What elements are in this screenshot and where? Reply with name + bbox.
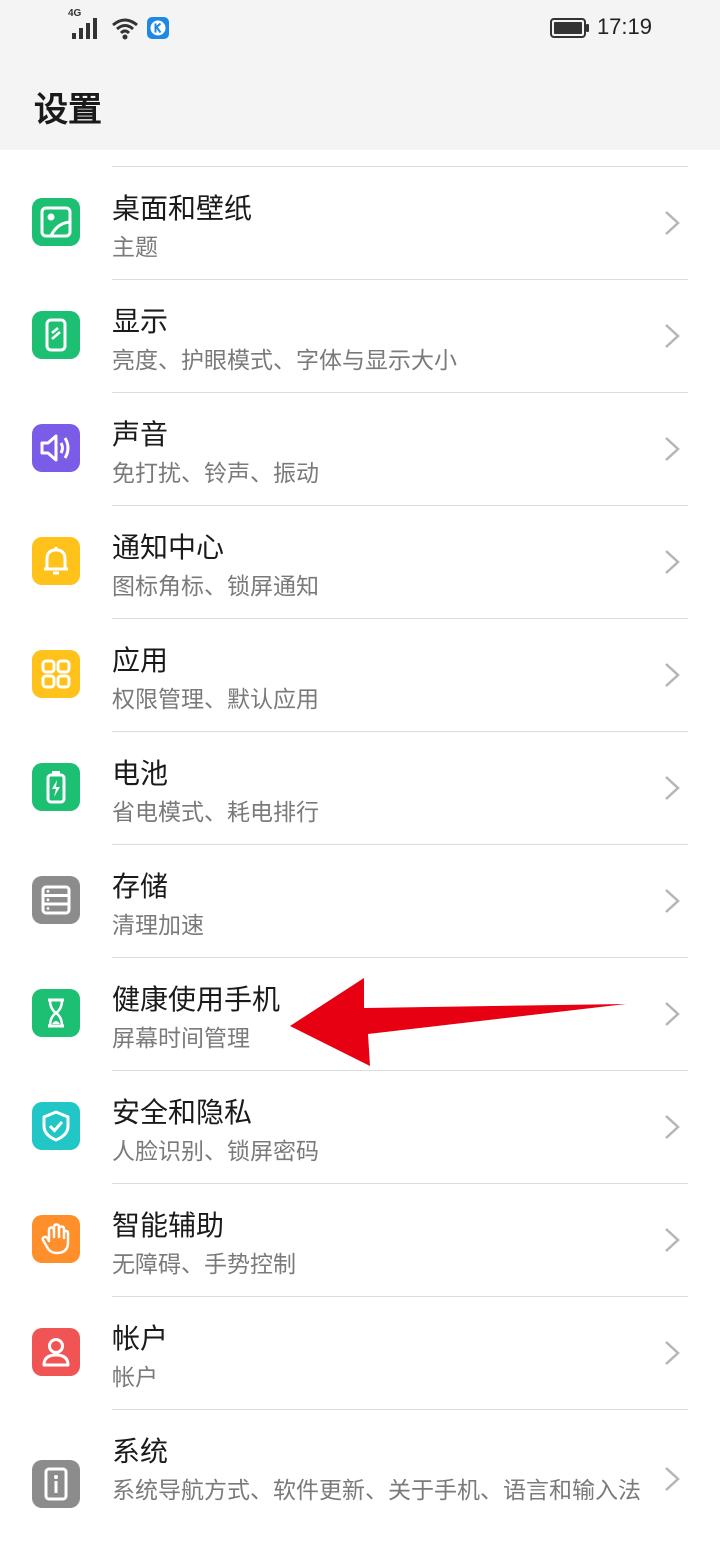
settings-item-notifications[interactable]: 通知中心 图标角标、锁屏通知: [0, 506, 720, 619]
item-subtitle: 权限管理、默认应用: [112, 687, 319, 713]
item-subtitle: 免打扰、铃声、振动: [112, 461, 319, 487]
settings-item-digital-balance[interactable]: 健康使用手机 屏幕时间管理: [0, 958, 720, 1071]
item-title: 智能辅助: [112, 1209, 225, 1242]
hand-icon: [32, 1215, 80, 1263]
settings-item-apps[interactable]: 应用 权限管理、默认应用: [0, 619, 720, 732]
chevron-right-icon: [665, 437, 680, 461]
chevron-right-icon: [665, 663, 680, 687]
settings-list: 桌面和壁纸 主题 显示 亮度、护眼模式、字体与显示大小 声音 免打扰、铃声、振动: [0, 167, 720, 1550]
item-subtitle: 主题: [112, 235, 158, 261]
settings-item-display[interactable]: 显示 亮度、护眼模式、字体与显示大小: [0, 280, 720, 393]
settings-item-security[interactable]: 安全和隐私 人脸识别、锁屏密码: [0, 1071, 720, 1184]
item-subtitle: 图标角标、锁屏通知: [112, 574, 319, 600]
apps-grid-icon: [32, 650, 80, 698]
display-icon: [32, 311, 80, 359]
page-header: 设置: [0, 56, 720, 150]
item-title: 系统: [112, 1435, 169, 1468]
item-title: 桌面和壁纸: [112, 192, 253, 225]
chevron-right-icon: [665, 1467, 680, 1491]
battery-charging-icon: [32, 763, 80, 811]
item-subtitle: 无障碍、手势控制: [112, 1252, 296, 1278]
chevron-right-icon: [665, 1115, 680, 1139]
chevron-right-icon: [665, 1228, 680, 1252]
item-subtitle: 省电模式、耗电排行: [112, 800, 319, 826]
chevron-right-icon: [665, 550, 680, 574]
page-title: 设置: [34, 90, 102, 130]
storage-icon: [32, 876, 80, 924]
settings-item-storage[interactable]: 存储 清理加速: [0, 845, 720, 958]
settings-item-system[interactable]: 系统 系统导航方式、软件更新、关于手机、语言和输入法: [0, 1410, 720, 1550]
network-type: 4G: [68, 8, 82, 19]
item-title: 声音: [112, 418, 169, 451]
status-bar: 4G 17:19: [0, 0, 720, 56]
item-title: 电池: [112, 757, 169, 790]
settings-item-accounts[interactable]: 帐户 帐户: [0, 1297, 720, 1410]
item-subtitle: 屏幕时间管理: [112, 1026, 250, 1052]
item-title: 存储: [112, 870, 169, 903]
chevron-right-icon: [665, 324, 680, 348]
battery-icon: [550, 18, 589, 38]
status-left: 4G: [68, 8, 170, 42]
item-subtitle: 帐户: [112, 1365, 158, 1391]
hourglass-icon: [32, 989, 80, 1037]
user-icon: [32, 1328, 80, 1376]
info-icon: [32, 1460, 80, 1508]
wifi-icon: [112, 18, 138, 40]
item-title: 健康使用手机: [112, 983, 281, 1016]
app-k-icon: [147, 17, 169, 39]
settings-item-sound[interactable]: 声音 免打扰、铃声、振动: [0, 393, 720, 506]
item-title: 显示: [112, 305, 169, 338]
settings-item-smart-assistance[interactable]: 智能辅助 无障碍、手势控制: [0, 1184, 720, 1297]
chevron-right-icon: [665, 1002, 680, 1026]
bell-icon: [32, 537, 80, 585]
wallpaper-icon: [32, 198, 80, 246]
item-title: 通知中心: [112, 531, 225, 564]
item-title: 帐户: [112, 1322, 169, 1355]
chevron-right-icon: [665, 211, 680, 235]
chevron-right-icon: [665, 889, 680, 913]
status-right: [550, 14, 590, 42]
settings-item-battery[interactable]: 电池 省电模式、耗电排行: [0, 732, 720, 845]
speaker-icon: [32, 424, 80, 472]
item-subtitle: 系统导航方式、软件更新、关于手机、语言和输入法: [112, 1478, 641, 1504]
shield-check-icon: [32, 1102, 80, 1150]
chevron-right-icon: [665, 776, 680, 800]
status-time: 17:19: [596, 14, 652, 39]
item-title: 应用: [112, 644, 169, 677]
chevron-right-icon: [665, 1341, 680, 1365]
settings-item-wallpaper[interactable]: 桌面和壁纸 主题: [0, 167, 720, 280]
item-title: 安全和隐私: [112, 1096, 253, 1129]
item-subtitle: 亮度、护眼模式、字体与显示大小: [112, 348, 457, 374]
item-subtitle: 清理加速: [112, 913, 204, 939]
item-subtitle: 人脸识别、锁屏密码: [112, 1139, 319, 1165]
